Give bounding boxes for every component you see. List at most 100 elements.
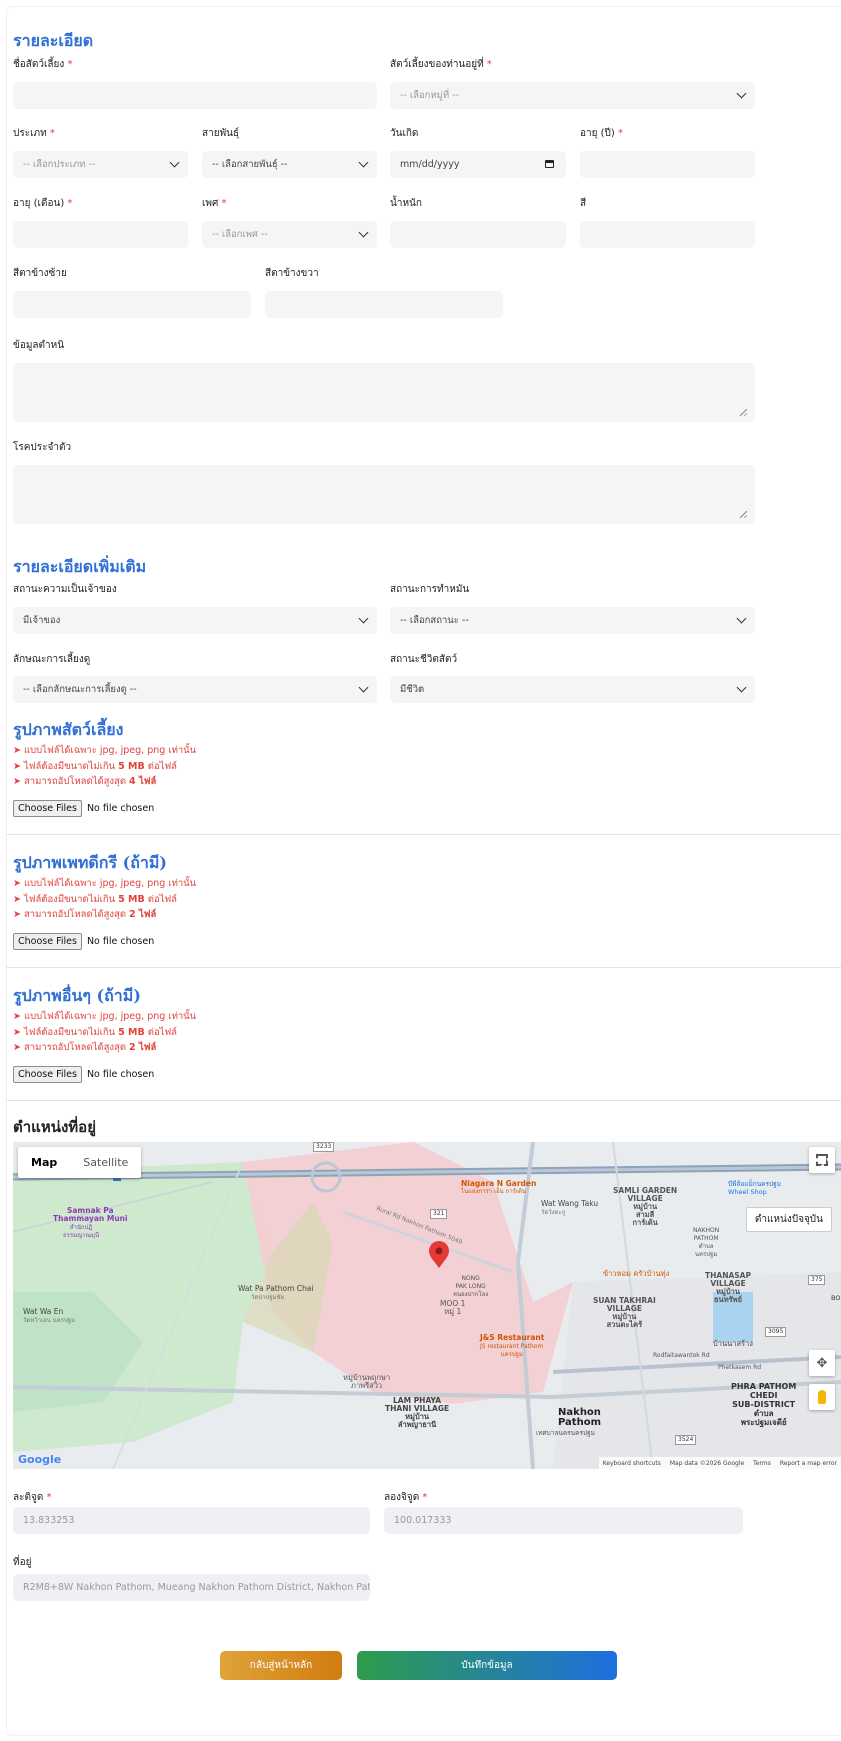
map-label-js-restaurant: J&S Restaurant	[480, 1333, 545, 1342]
keyboard-shortcuts-link[interactable]: Keyboard shortcuts	[603, 1460, 661, 1467]
chevron-down-icon	[358, 157, 369, 168]
sterile-label: สถานะการทำหมัน	[390, 584, 470, 595]
map-label-wat-wang-taku-th: วัดวังตะกู	[541, 1209, 566, 1216]
map-label-nong-pak-long: NONG PAK LONG หนองปากโลง	[453, 1275, 489, 1298]
map-label-wat-wa-en: Wat Wa En	[23, 1307, 64, 1316]
age-month-label: อายุ (เดือน) *	[13, 198, 73, 209]
defect-textarea[interactable]	[13, 363, 755, 422]
fullscreen-icon	[816, 1154, 828, 1166]
weight-input[interactable]	[390, 221, 566, 248]
type-label: ประเภท *	[13, 128, 55, 139]
no-file-text: No file chosen	[86, 936, 155, 947]
raising-select[interactable]: -- เลือกลักษณะการเลี้ยงดู --	[13, 676, 377, 703]
map-label-nakhon-pathom-th: เทศบาลนครนครปฐม	[536, 1429, 595, 1437]
resize-grip-icon[interactable]	[740, 409, 747, 416]
pet-order-select[interactable]: -- เลือกหมู่ที่ --	[390, 82, 755, 109]
pet-order-label: สัตว์เลี้ยงของท่านอยู่ที่ *	[390, 59, 492, 70]
right-eye-input[interactable]	[265, 291, 503, 318]
map-label-samnak-th: สำนักปฏิ ธรรมญาณมุนี	[63, 1224, 100, 1239]
other-photos-title: รูปภาพอื่นๆ (ถ้ามี)	[13, 986, 141, 1005]
weight-label: น้ำหนัก	[390, 198, 422, 209]
owner-status-select[interactable]: มีเจ้าของ	[13, 607, 377, 634]
raising-label: ลักษณะการเลี้ยงดู	[13, 654, 91, 665]
map-label-ban-nasa: บ้านนาสร้าง	[713, 1339, 753, 1348]
chevron-down-icon	[358, 682, 369, 693]
pegman-icon	[818, 1390, 826, 1404]
longitude-input[interactable]: 100.017333	[384, 1507, 743, 1534]
road-label-bo: BO	[831, 1294, 841, 1302]
chevron-down-icon	[736, 88, 747, 99]
street-view-control[interactable]	[809, 1384, 835, 1410]
move-arrows-icon: ✥	[816, 1355, 828, 1371]
map-label-wat-pa-pathom-th: วัดป่าปฐมชัย	[251, 1294, 285, 1301]
fullscreen-button[interactable]	[809, 1147, 835, 1173]
other-photos-file-input[interactable]: Choose Files No file chosen	[13, 1066, 154, 1083]
age-month-input[interactable]	[13, 221, 188, 248]
chevron-down-icon	[358, 613, 369, 624]
move-control[interactable]: ✥	[809, 1350, 835, 1376]
map-label-samnak: Samnak Pa Thammayan Muni	[53, 1206, 128, 1223]
pet-name-input[interactable]	[13, 82, 377, 109]
sex-select[interactable]: -- เลือกเพศ --	[202, 221, 377, 248]
color-input[interactable]	[580, 221, 755, 248]
map-data-text: Map data ©2026 Google	[669, 1459, 745, 1467]
choose-files-button[interactable]: Choose Files	[13, 1066, 82, 1083]
map-attribution: Keyboard shortcuts Map data ©2026 Google…	[598, 1457, 841, 1469]
map-label-moo1: MOO 1 หมู่ 1	[440, 1299, 466, 1316]
map-label-niagara: Niagara N Garden	[461, 1179, 537, 1188]
divider	[6, 834, 841, 835]
terms-link[interactable]: Terms	[753, 1460, 771, 1467]
address-label: ที่อยู่	[13, 1557, 32, 1568]
defect-label: ข้อมูลตำหนิ	[13, 340, 65, 351]
age-year-input[interactable]	[580, 151, 755, 178]
alive-select[interactable]: มีชีวิต	[390, 676, 755, 703]
map-tab[interactable]: Map	[18, 1147, 70, 1178]
disease-label: โรคประจำตัว	[13, 442, 72, 453]
left-eye-input[interactable]	[13, 291, 251, 318]
pet-photos-file-input[interactable]: Choose Files No file chosen	[13, 800, 154, 817]
map-label-nakhon-pathom-small: NAKHON PATHOM ตำบล นครปฐม	[693, 1227, 720, 1258]
map-label-phra-pathom: PHRA PATHOM CHEDI SUB-DISTRICT ตำบล พระป…	[731, 1382, 797, 1427]
calendar-icon[interactable]	[545, 160, 554, 168]
chevron-down-icon	[736, 613, 747, 624]
choose-files-button[interactable]: Choose Files	[13, 800, 82, 817]
breed-label: สายพันธุ์	[202, 128, 240, 139]
choose-files-button[interactable]: Choose Files	[13, 933, 82, 950]
report-map-error-link[interactable]: Report a map error	[780, 1460, 837, 1467]
map-label-wat-wa-en-th: วัดหว้าเอน นครปฐม	[23, 1317, 76, 1324]
map-label-thanasap: THANASAP VILLAGE หมู่บ้าน ธนทรัพย์	[705, 1271, 751, 1304]
location-title: ตำแหน่งที่อยู่	[13, 1118, 96, 1136]
latitude-input[interactable]: 13.833253	[13, 1507, 370, 1534]
disease-textarea[interactable]	[13, 465, 755, 524]
satellite-tab[interactable]: Satellite	[70, 1147, 141, 1178]
map-label-niagara-th: ไนแองการ่า เอ็น การ์เด้น	[461, 1188, 526, 1195]
pet-photos-title: รูปภาพสัตว์เลี้ยง	[13, 720, 124, 739]
back-home-button[interactable]: กลับสู่หน้าหลัก	[220, 1651, 342, 1680]
no-file-text: No file chosen	[86, 803, 155, 814]
resize-grip-icon[interactable]	[740, 511, 747, 518]
map-type-control: Map Satellite	[18, 1147, 142, 1178]
owner-status-label: สถานะความเป็นเจ้าของ	[13, 584, 117, 595]
divider	[6, 1100, 841, 1101]
map[interactable]: Samnak Pa Thammayan Muni สำนักปฏิ ธรรมญา…	[13, 1142, 841, 1469]
type-select[interactable]: -- เลือกประเภท --	[13, 151, 188, 178]
map-label-lam-phaya: LAM PHAYA THANI VILLAGE หมู่บ้าน ลำพญาธา…	[385, 1396, 450, 1429]
breed-select[interactable]: -- เลือกสายพันธุ์ --	[202, 151, 377, 178]
save-button[interactable]: บันทึกข้อมูล	[357, 1651, 617, 1680]
map-label-samli: SAMLI GARDEN VILLAGE หมู่บ้าน สามลี การ์…	[613, 1186, 678, 1227]
chevron-down-icon	[736, 682, 747, 693]
birthdate-input[interactable]: mm/dd/yyyy	[390, 151, 566, 178]
pedigree-notes: ➤ แบบไฟล์ได้เฉพาะ jpg, jpeg, png เท่านั้…	[13, 878, 197, 920]
pedigree-file-input[interactable]: Choose Files No file chosen	[13, 933, 154, 950]
address-input[interactable]: R2M8+8W Nakhon Pathom, Mueang Nakhon Pat…	[13, 1574, 370, 1601]
pet-name-label: ชื่อสัตว์เลี้ยง *	[13, 59, 73, 70]
current-position-button[interactable]: ตำแหน่งปัจจุบัน	[745, 1207, 832, 1232]
pedigree-title: รูปภาพเพทดีกรี (ถ้ามี)	[13, 853, 167, 872]
map-label-wat-pa-pathom: Wat Pa Pathom Chai	[238, 1284, 314, 1293]
map-label-moo-ban: หมู่บ้านพฤกษา ภาพรีสวิว	[343, 1373, 391, 1390]
other-photos-notes: ➤ แบบไฟล์ได้เฉพาะ jpg, jpeg, png เท่านั้…	[13, 1011, 197, 1053]
age-year-label: อายุ (ปี) *	[580, 128, 623, 139]
sterile-select[interactable]: -- เลือกสถานะ --	[390, 607, 755, 634]
sex-label: เพศ *	[202, 198, 227, 209]
road-shield-3524: 3524	[675, 1435, 697, 1445]
